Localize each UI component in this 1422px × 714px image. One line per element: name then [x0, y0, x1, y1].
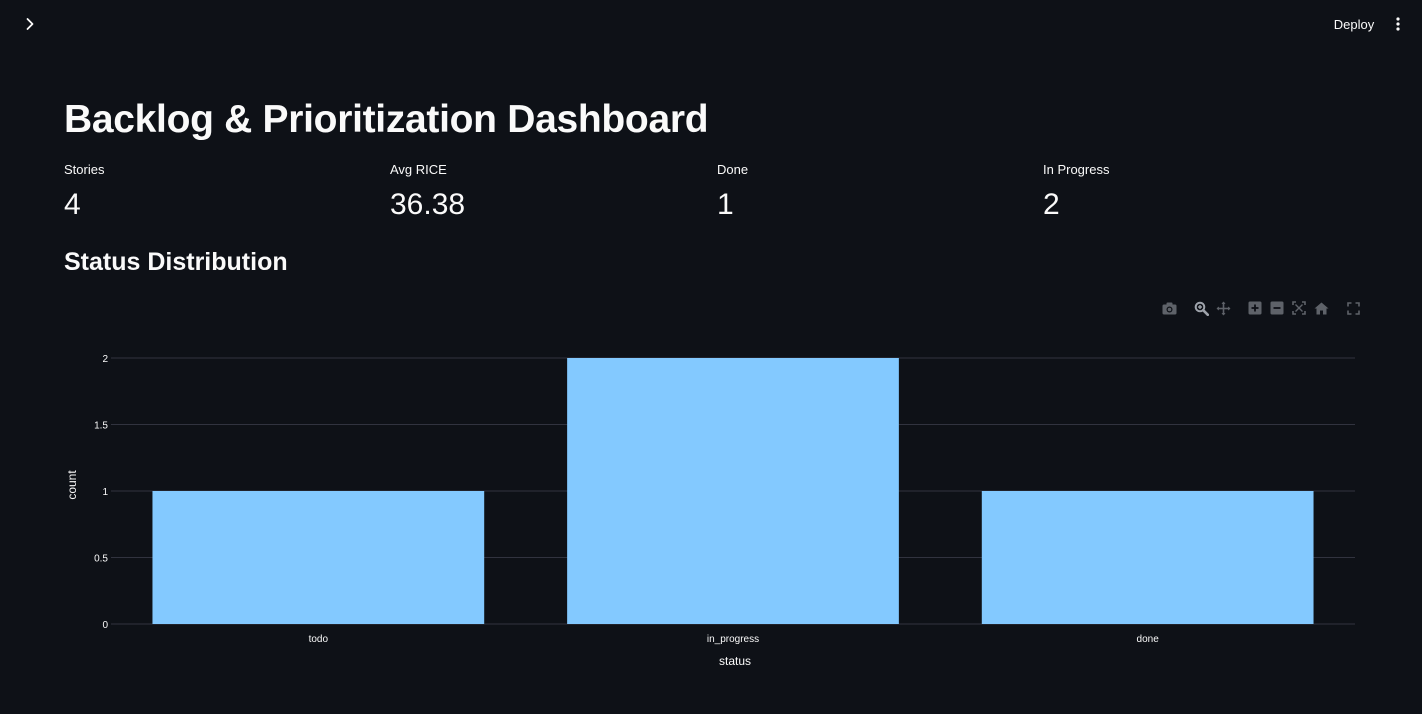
- bar-done[interactable]: [981, 491, 1314, 624]
- bar-todo[interactable]: [152, 491, 485, 624]
- pan-icon[interactable]: [1214, 299, 1232, 317]
- y-tick-label: 0: [102, 620, 108, 631]
- x-axis-title: status: [719, 654, 751, 668]
- metric-label: Stories: [64, 162, 105, 177]
- x-tick-label: in_progress: [707, 634, 759, 645]
- metric-value: 4: [64, 188, 81, 221]
- x-tick-label: todo: [309, 634, 329, 645]
- reset-axes-icon[interactable]: [1312, 299, 1330, 317]
- y-tick-label: 1: [102, 487, 108, 498]
- x-tick-label: done: [1137, 634, 1160, 645]
- metric-avg-rice: Avg RICE 36.38: [390, 161, 690, 225]
- camera-icon[interactable]: [1160, 299, 1178, 317]
- more-vertical-icon: [1396, 17, 1400, 31]
- metric-label: In Progress: [1043, 162, 1110, 177]
- y-tick-label: 0.5: [94, 554, 108, 565]
- metric-value: 36.38: [390, 188, 466, 221]
- y-tick-label: 1.5: [94, 421, 108, 432]
- zoom-out-icon[interactable]: [1268, 299, 1286, 317]
- metric-value: 2: [1043, 188, 1060, 221]
- y-axis-title: count: [65, 470, 79, 500]
- deploy-button[interactable]: Deploy: [1326, 12, 1382, 36]
- fullscreen-icon[interactable]: [1344, 299, 1362, 317]
- chart-svg: 0 0.5 1 1.5 2 todo in_progress done count statu…: [64, 292, 1358, 700]
- chevron-right-icon: [26, 18, 34, 30]
- main-menu-button[interactable]: [1388, 12, 1408, 36]
- bar-in_progress[interactable]: [567, 358, 899, 624]
- zoom-in-icon[interactable]: [1246, 299, 1264, 317]
- metric-stories: Stories 4: [64, 161, 364, 225]
- metric-label: Avg RICE: [390, 162, 447, 177]
- metric-in-progress: In Progress 2: [1043, 161, 1343, 225]
- section-title: Status Distribution: [64, 248, 288, 276]
- status-chart[interactable]: 0 0.5 1 1.5 2 todo in_progress done count statu…: [64, 292, 1358, 700]
- metric-value: 1: [717, 188, 734, 221]
- metric-label: Done: [717, 162, 749, 177]
- zoom-icon[interactable]: [1192, 299, 1210, 317]
- y-tick-label: 2: [102, 354, 108, 365]
- page-title: Backlog & Prioritization Dashboard: [64, 98, 709, 141]
- autoscale-icon[interactable]: [1290, 299, 1308, 317]
- app-root: Deploy Backlog & Prioritization Dashboar…: [0, 0, 1422, 714]
- chart-modebar: [1160, 298, 1366, 318]
- metric-done: Done 1: [717, 161, 1017, 225]
- sidebar-toggle-button[interactable]: [18, 12, 42, 36]
